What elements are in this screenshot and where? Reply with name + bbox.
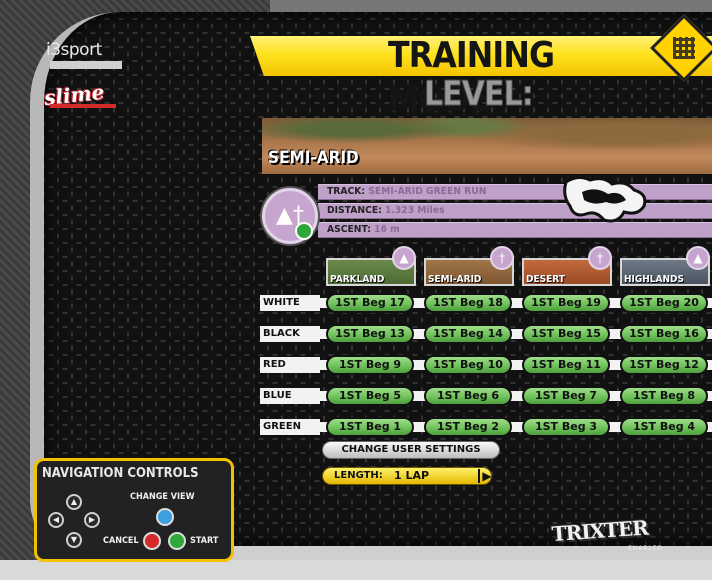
page-title: TRAINING MODE [388, 35, 555, 120]
column-label: DESERT [526, 274, 565, 285]
dpad-up-icon[interactable]: ▲ [66, 494, 82, 510]
track-cell[interactable]: 1ST Beg 10 [424, 355, 512, 375]
ascent-label: ASCENT: [327, 224, 371, 235]
terrain-name: SEMI-ARID [268, 148, 359, 168]
column-label: PARKLAND [330, 274, 385, 285]
distance-label: DISTANCE: [327, 205, 382, 216]
row-label-black: BLACK [260, 326, 320, 342]
track-cell[interactable]: 1ST Beg 4 [620, 417, 708, 437]
bottom-edge [0, 560, 712, 580]
track-cell[interactable]: 1ST Beg 18 [424, 293, 512, 313]
track-cell[interactable]: 1ST Beg 19 [522, 293, 610, 313]
game-screen: i3sport slime TRAINING MODE LEVEL: PRO S… [0, 0, 712, 580]
track-cell[interactable]: 1ST Beg 7 [522, 386, 610, 406]
track-cell[interactable]: 1ST Beg 12 [620, 355, 708, 375]
dpad-right-icon[interactable]: ▶ [84, 512, 100, 528]
tree-icon: ▲ [392, 246, 416, 270]
row-label-blue: BLUE [260, 388, 320, 404]
navigation-controls-title: NAVIGATION CONTROLS [42, 466, 199, 481]
change-view-label: CHANGE VIEW [130, 492, 195, 502]
slime-logo-bar [50, 104, 116, 108]
cactus-icon: † [490, 246, 514, 270]
track-cell[interactable]: 1ST Beg 2 [424, 417, 512, 437]
status-dot-icon [295, 222, 313, 240]
cancel-label: CANCEL [103, 536, 139, 546]
track-cell[interactable]: 1ST Beg 1 [326, 417, 414, 437]
track-cell[interactable]: 1ST Beg 16 [620, 324, 708, 344]
dpad-down-icon[interactable]: ▼ [66, 532, 82, 548]
track-cell[interactable]: 1ST Beg 11 [522, 355, 610, 375]
cactus-icon: † [588, 246, 612, 270]
trixter-logo-sub: ENABLED [628, 545, 664, 552]
track-cell[interactable]: 1ST Beg 13 [326, 324, 414, 344]
arrow-right-icon[interactable]: ▶ [478, 469, 494, 483]
start-button[interactable] [168, 532, 186, 550]
track-value: SEMI-ARID GREEN RUN [368, 186, 487, 197]
track-cell[interactable]: 1ST Beg 14 [424, 324, 512, 344]
track-cell[interactable]: 1ST Beg 20 [620, 293, 708, 313]
track-info: TRACK: SEMI-ARID GREEN RUN [327, 184, 486, 200]
column-label: HIGHLANDS [624, 274, 684, 285]
track-cell[interactable]: 1ST Beg 8 [620, 386, 708, 406]
track-cell[interactable]: 1ST Beg 5 [326, 386, 414, 406]
ascent-value: 16 m [374, 224, 400, 235]
track-label: TRACK: [327, 186, 366, 197]
grid-diamond-icon-pattern [673, 37, 695, 59]
cancel-button[interactable] [143, 532, 161, 550]
track-cell[interactable]: 1ST Beg 6 [424, 386, 512, 406]
track-map-icon [563, 175, 647, 223]
length-label: LENGTH: [334, 470, 383, 481]
row-label-white: WHITE [260, 295, 320, 311]
track-cell[interactable]: 1ST Beg 3 [522, 417, 610, 437]
length-value: 1 LAP [394, 469, 430, 482]
track-cell[interactable]: 1ST Beg 15 [522, 324, 610, 344]
start-label: START [190, 536, 219, 546]
ascent-info: ASCENT: 16 m [327, 222, 400, 238]
i3sport-logo: i3sport [46, 40, 102, 60]
level-label: LEVEL: PRO [424, 74, 535, 155]
change-view-button[interactable] [156, 508, 174, 526]
mountain-icon: ▲ [686, 246, 710, 270]
i3sport-logo-sub [50, 61, 122, 69]
distance-value: 1.323 Miles [384, 205, 445, 216]
track-cell[interactable]: 1ST Beg 17 [326, 293, 414, 313]
row-label-red: RED [260, 357, 320, 373]
dpad-left-icon[interactable]: ◀ [48, 512, 64, 528]
column-label: SEMI-ARID [428, 274, 482, 285]
change-user-settings-button[interactable]: CHANGE USER SETTINGS [322, 441, 500, 459]
distance-info: DISTANCE: 1.323 Miles [327, 203, 444, 219]
track-cell[interactable]: 1ST Beg 9 [326, 355, 414, 375]
row-label-green: GREEN [260, 419, 320, 435]
